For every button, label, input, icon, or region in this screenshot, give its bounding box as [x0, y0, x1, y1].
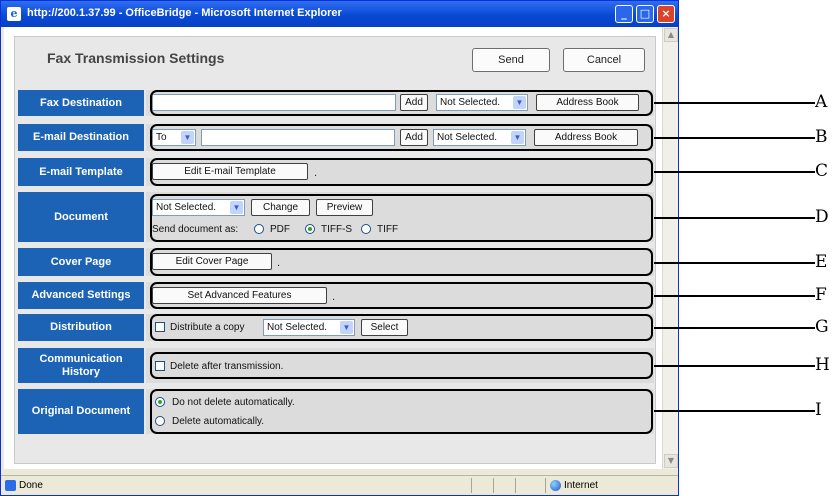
status-divider	[545, 478, 546, 493]
cancel-button[interactable]: Cancel	[563, 48, 645, 72]
page-title: Fax Transmission Settings	[47, 50, 225, 66]
document-label: Document	[18, 192, 144, 242]
maximize-button[interactable]: □	[636, 5, 654, 23]
callout-letter-i: I	[815, 400, 822, 420]
advanced-settings-label: Advanced Settings	[18, 282, 144, 309]
title-bar: e http://200.1.37.99 - OfficeBridge - Mi…	[1, 1, 678, 27]
communication-history-label: Communication History	[18, 348, 144, 383]
callout-line-f	[654, 295, 815, 297]
callout-line-c	[654, 171, 815, 173]
email-template-label: E-mail Template	[18, 158, 144, 186]
status-text: Done	[19, 480, 43, 491]
cover-page-label: Cover Page	[18, 248, 144, 276]
callout-letter-b: B	[815, 127, 828, 147]
callout-box-g	[150, 314, 653, 341]
callout-box-d	[150, 194, 653, 242]
callout-letter-a: A	[815, 92, 828, 112]
window-title: http://200.1.37.99 - OfficeBridge - Micr…	[27, 7, 342, 19]
callout-box-a	[150, 90, 653, 116]
callout-line-g	[654, 327, 815, 329]
callout-box-e	[150, 248, 653, 276]
callout-line-e	[654, 262, 815, 264]
status-divider	[493, 478, 494, 493]
scroll-down-arrow-icon[interactable]: ▼	[664, 454, 678, 468]
callout-line-b	[654, 137, 815, 139]
callout-letter-c: C	[815, 161, 829, 181]
security-zone: Internet	[564, 480, 598, 491]
callout-line-a	[654, 102, 815, 104]
close-button[interactable]: ×	[657, 5, 675, 23]
original-document-label: Original Document	[18, 389, 144, 434]
callout-letter-g: G	[815, 317, 829, 337]
callout-line-h	[654, 365, 815, 367]
callout-line-d	[654, 217, 815, 219]
page-done-icon	[5, 480, 16, 491]
send-button[interactable]: Send	[472, 48, 550, 72]
callout-box-i	[150, 389, 653, 434]
minimize-button[interactable]: _	[615, 5, 633, 23]
callout-letter-e: E	[815, 252, 828, 272]
callout-line-i	[654, 410, 815, 412]
vertical-scrollbar[interactable]: ▲ ▼	[662, 27, 678, 469]
internet-zone-icon	[550, 480, 561, 491]
callout-box-f	[150, 282, 653, 309]
scroll-up-arrow-icon[interactable]: ▲	[664, 28, 678, 42]
status-divider	[471, 478, 472, 493]
callout-box-h	[150, 352, 653, 379]
callout-letter-d: D	[815, 207, 829, 227]
email-destination-label: E-mail Destination	[18, 124, 144, 151]
internet-explorer-icon: e	[7, 7, 21, 21]
distribution-label: Distribution	[18, 314, 144, 341]
callout-box-b	[150, 124, 653, 151]
fax-destination-label: Fax Destination	[18, 90, 144, 116]
status-divider	[515, 478, 516, 493]
callout-letter-h: H	[815, 355, 830, 375]
status-bar: Done Internet	[1, 475, 678, 495]
callout-box-c	[150, 158, 653, 186]
callout-letter-f: F	[815, 285, 827, 305]
